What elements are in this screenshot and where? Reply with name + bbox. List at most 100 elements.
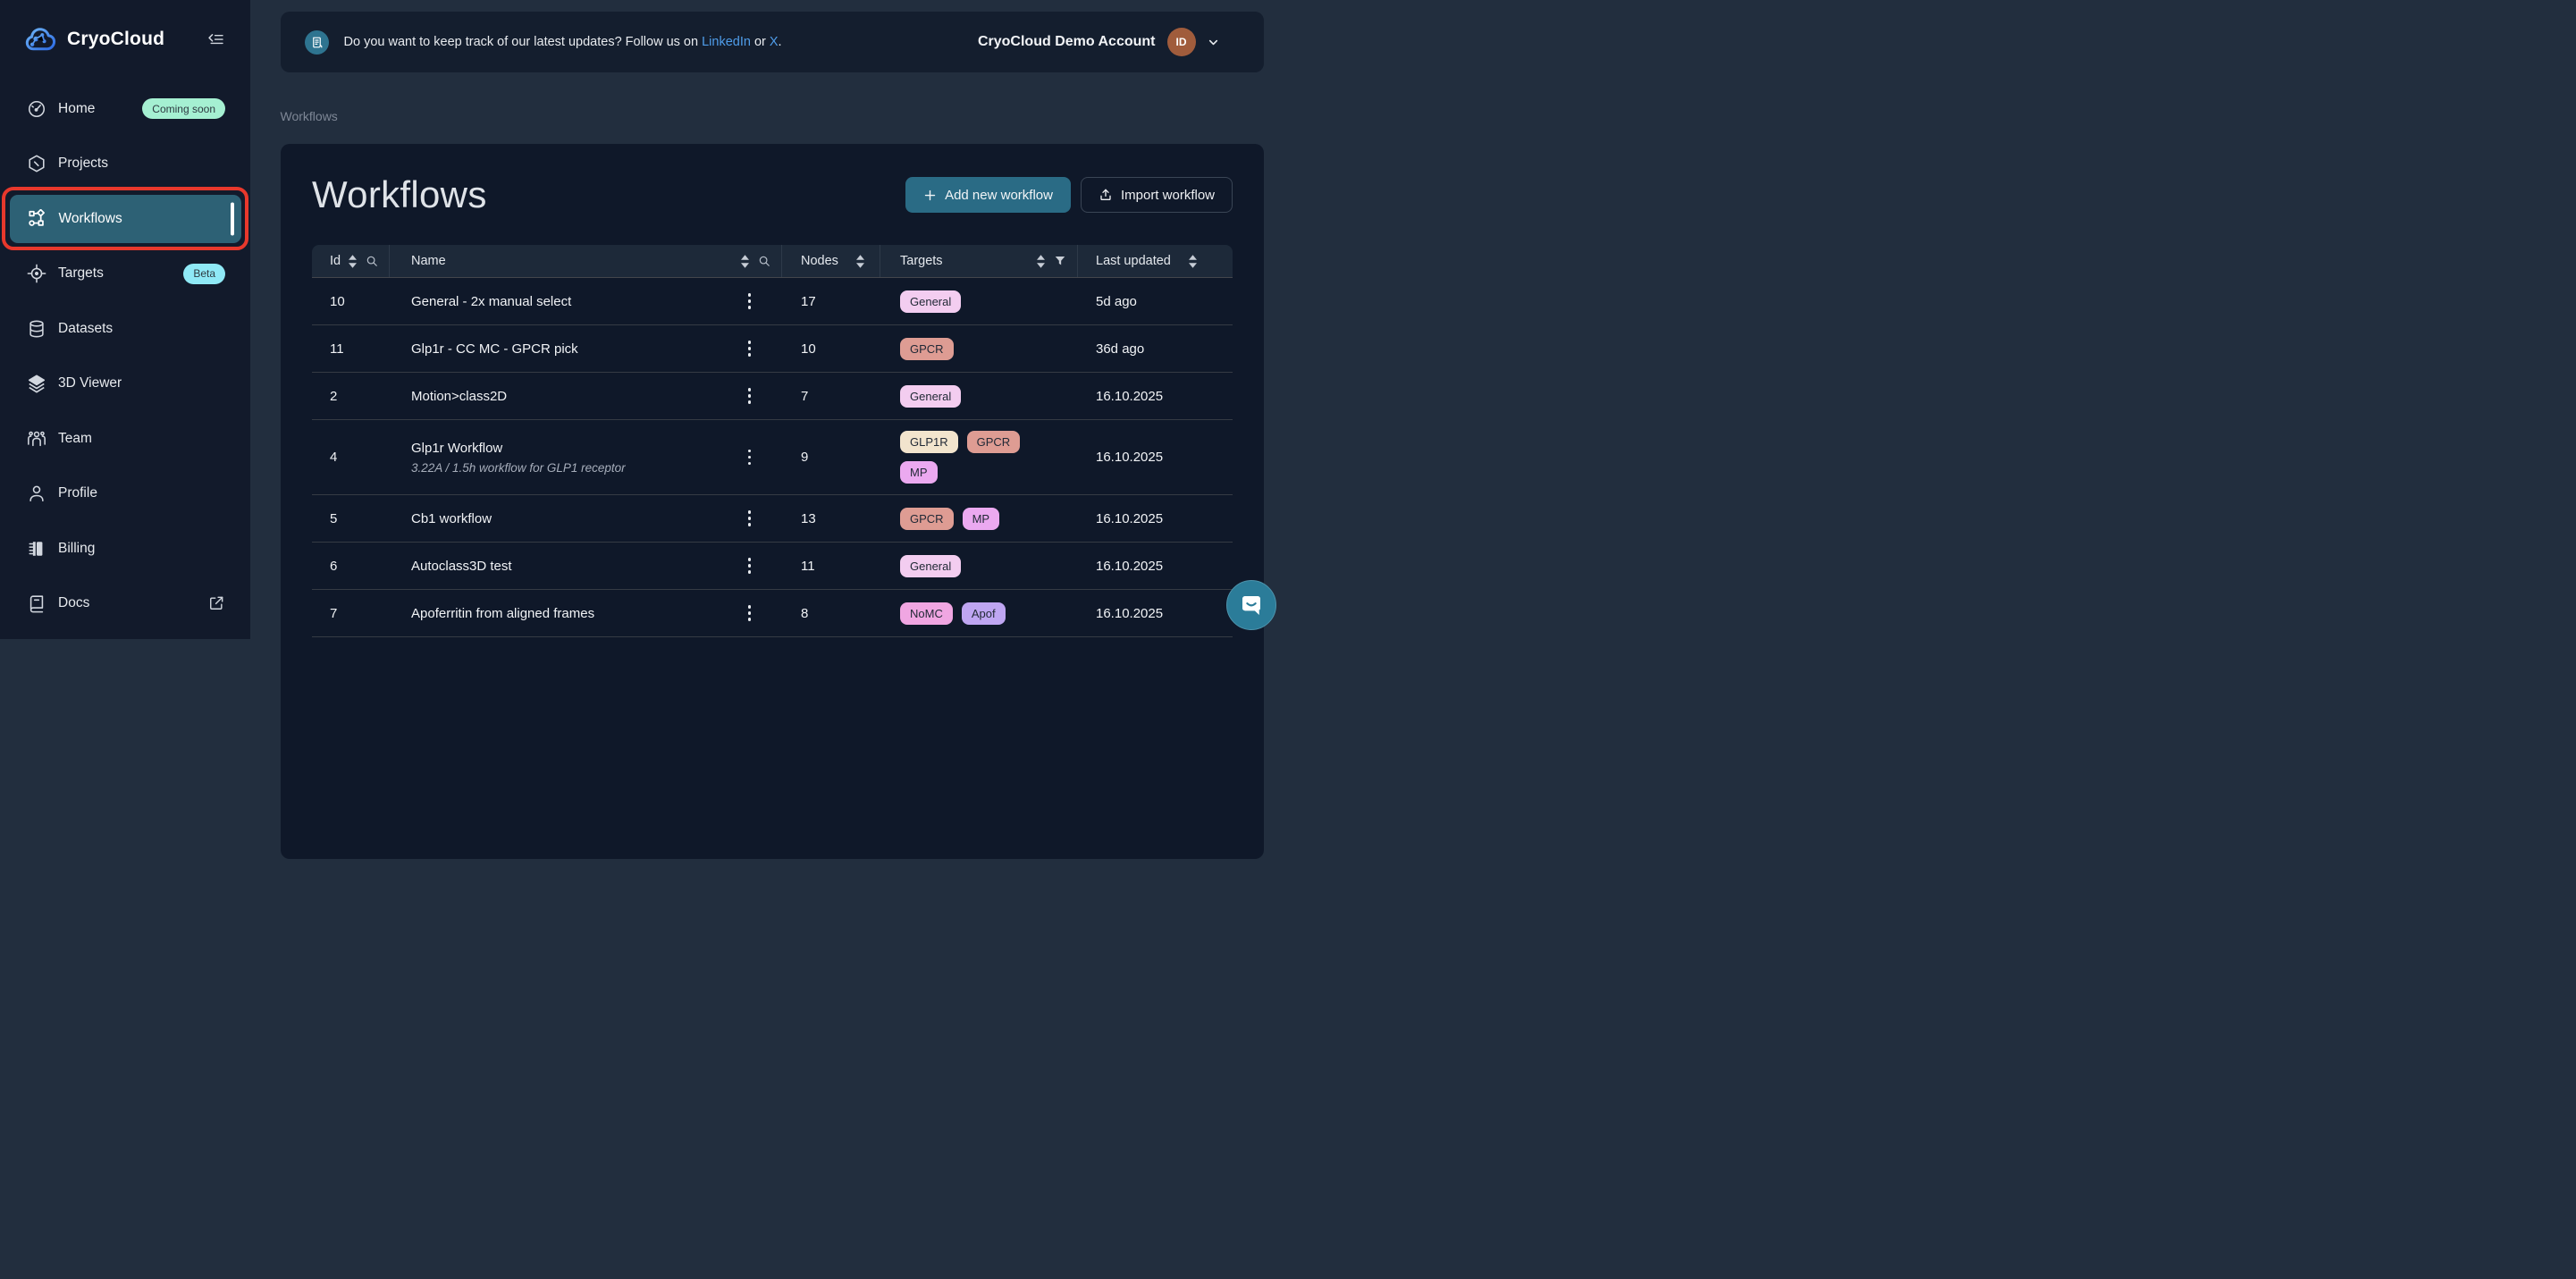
kebab-menu-icon[interactable] [745, 384, 755, 408]
workflows-table: IdNameNodesTargetsLast updated 10General… [312, 245, 1233, 637]
chat-button[interactable] [1226, 580, 1276, 630]
sidebar-item-label: Profile [58, 485, 97, 501]
table-row[interactable]: 7Apoferritin from aligned frames8NoMCApo… [312, 590, 1233, 637]
kebab-menu-icon[interactable] [745, 602, 755, 625]
layers-icon [27, 374, 46, 393]
sort-icon[interactable] [856, 255, 864, 268]
workflow-subtitle: 3.22A / 1.5h workflow for GLP1 receptor [411, 461, 626, 475]
column-header-updated[interactable]: Last updated [1078, 245, 1233, 277]
column-header-nodes[interactable]: Nodes [782, 245, 880, 277]
x-link[interactable]: X [770, 35, 779, 49]
page-title: Workflows [312, 173, 487, 216]
cell-targets: GLP1RGPCRMP [880, 424, 1078, 491]
main-area: Do you want to keep track of our latest … [250, 0, 1288, 639]
nav-slot-home: HomeComing soon [0, 81, 250, 137]
sidebar-item-label: Billing [58, 541, 95, 557]
chevron-down-icon [1208, 37, 1219, 48]
table-row[interactable]: 10General - 2x manual select17General5d … [312, 278, 1233, 325]
cell-targets: General [880, 283, 1078, 320]
kebab-menu-icon[interactable] [745, 554, 755, 577]
linkedin-link[interactable]: LinkedIn [702, 35, 751, 49]
column-header-name[interactable]: Name [390, 245, 782, 277]
column-header-targets[interactable]: Targets [880, 245, 1078, 277]
target-tags: GPCRMP [900, 501, 1036, 537]
cell-last-updated: 16.10.2025 [1078, 606, 1233, 621]
crosshair-icon [27, 264, 46, 283]
badge-targets: Beta [183, 264, 225, 284]
cell-targets: GPCRMP [880, 501, 1078, 537]
sidebar-item-team[interactable]: Team [9, 417, 241, 460]
table-row[interactable]: 6Autoclass3D test11General16.10.2025 [312, 543, 1233, 590]
cell-nodes: 10 [782, 341, 880, 357]
import-workflow-button[interactable]: Import workflow [1081, 177, 1233, 213]
sidebar-item-billing[interactable]: Billing [9, 527, 241, 570]
avatar: ID [1167, 28, 1196, 56]
sidebar-item-label: Docs [58, 595, 89, 611]
sidebar-item-docs[interactable]: Docs [9, 582, 241, 625]
add-new-workflow-button[interactable]: Add new workflow [905, 177, 1071, 213]
workflow-name: Autoclass3D test [411, 559, 512, 574]
sort-icon[interactable] [1189, 255, 1197, 268]
sort-icon[interactable] [349, 255, 357, 268]
cell-last-updated: 5d ago [1078, 294, 1233, 309]
sidebar-item-home[interactable]: HomeComing soon [9, 88, 241, 130]
target-tags: GPCR [900, 331, 1036, 367]
workflow-name-text: Motion>class2D [411, 389, 507, 404]
cell-last-updated: 16.10.2025 [1078, 389, 1233, 404]
cell-last-updated: 16.10.2025 [1078, 450, 1233, 465]
column-header-id[interactable]: Id [312, 245, 390, 277]
cell-id: 11 [312, 341, 390, 357]
column-label-updated: Last updated [1096, 254, 1171, 268]
sidebar-item-label: Home [58, 101, 95, 117]
column-label-nodes: Nodes [801, 254, 838, 268]
header-icons-id [349, 255, 378, 268]
sort-icon[interactable] [1037, 255, 1045, 268]
search-icon[interactable] [758, 255, 770, 267]
active-indicator-bar [231, 202, 234, 235]
book-icon [27, 593, 46, 613]
account-name: CryoCloud Demo Account [978, 34, 1156, 50]
sidebar-item-targets[interactable]: TargetsBeta [9, 252, 241, 295]
account-menu[interactable]: CryoCloud Demo Account ID [978, 28, 1219, 56]
sidebar-item-profile[interactable]: Profile [9, 472, 241, 515]
chat-bubble-icon [1238, 592, 1265, 618]
filter-icon[interactable] [1054, 255, 1066, 267]
nav-slot-datasets: Datasets [0, 301, 250, 357]
table-row[interactable]: 2Motion>class2D7General16.10.2025 [312, 373, 1233, 420]
target-tag: GPCR [900, 508, 954, 530]
table-header: Id Name Nodes Targets Last updated [312, 245, 1233, 278]
sidebar-item-label: Projects [58, 156, 108, 172]
column-label-name: Name [411, 254, 446, 268]
sidebar-item-datasets[interactable]: Datasets [9, 307, 241, 350]
workflow-name-text: Glp1r Workflow [411, 441, 626, 456]
logo-row: CryoCloud [0, 0, 250, 79]
kebab-menu-icon[interactable] [745, 507, 755, 530]
kebab-menu-icon[interactable] [745, 446, 755, 469]
sidebar: CryoCloud HomeComing soon Projects Workflo… [0, 0, 250, 639]
workflow-name: Glp1r Workflow 3.22A / 1.5h workflow for … [411, 441, 626, 475]
kebab-menu-icon[interactable] [745, 337, 755, 360]
table-row[interactable]: 4Glp1r Workflow3.22A / 1.5h workflow for… [312, 420, 1233, 495]
search-icon[interactable] [366, 255, 378, 267]
breadcrumb: Workflows [281, 109, 1264, 123]
sidebar-item-viewer3d[interactable]: 3D Viewer [9, 362, 241, 405]
nav-slot-profile: Profile [0, 467, 250, 522]
sidebar-item-label: 3D Viewer [58, 375, 122, 391]
sidebar-collapse-icon[interactable] [205, 29, 227, 51]
cell-nodes: 9 [782, 450, 880, 465]
workflow-name: Glp1r - CC MC - GPCR pick [411, 341, 578, 357]
target-tag: Apof [962, 602, 1006, 625]
cell-last-updated: 16.10.2025 [1078, 559, 1233, 574]
nav-slot-projects: Projects [0, 137, 250, 192]
target-tags: GLP1RGPCRMP [900, 424, 1036, 491]
sidebar-item-projects[interactable]: Projects [9, 142, 241, 185]
kebab-menu-icon[interactable] [745, 290, 755, 313]
cell-last-updated: 16.10.2025 [1078, 511, 1233, 526]
sidebar-item-workflows[interactable]: Workflows [10, 195, 241, 243]
table-row[interactable]: 5Cb1 workflow13GPCRMP16.10.2025 [312, 495, 1233, 543]
brand-name: CryoCloud [67, 29, 164, 50]
table-row[interactable]: 11Glp1r - CC MC - GPCR pick10GPCR36d ago [312, 325, 1233, 373]
header-icons-updated [1189, 255, 1197, 268]
sort-icon[interactable] [741, 255, 749, 268]
banner-message-separator: or [751, 35, 770, 49]
